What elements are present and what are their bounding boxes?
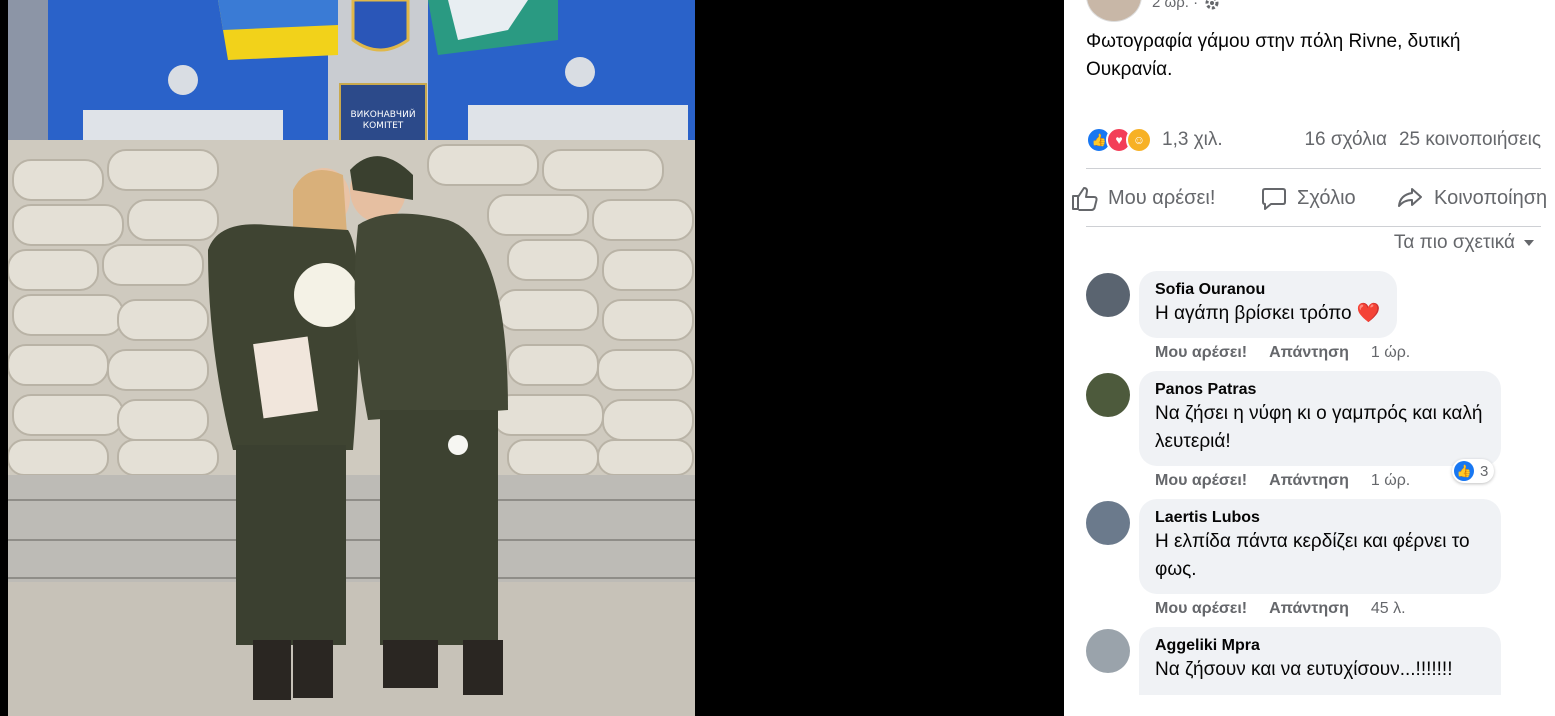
comment-like-link[interactable]: Μου αρέσει! — [1155, 344, 1247, 362]
comment-text: Να ζήσουν και να ευτυχίσουν...!!!!!!! — [1155, 659, 1453, 680]
like-icon: 👍 — [1454, 461, 1474, 481]
comments-count[interactable]: 16 σχόλια — [1304, 129, 1387, 151]
post-time[interactable]: 2 ώρ. · — [1152, 0, 1198, 11]
commenter-name[interactable]: Aggeliki Mpra — [1155, 636, 1485, 656]
heart-emoji: ❤️ — [1356, 303, 1381, 324]
comment-reply-link[interactable]: Απάντηση — [1269, 600, 1349, 618]
comment-time[interactable]: 45 λ. — [1371, 600, 1406, 618]
comment-like-link[interactable]: Μου αρέσει! — [1155, 600, 1247, 618]
comment-reply-link[interactable]: Απάντηση — [1269, 344, 1349, 362]
comment-reply-link[interactable]: Απάντηση — [1269, 472, 1349, 490]
like-label: Μου αρέσει! — [1108, 186, 1216, 209]
comment-text: Η αγάπη βρίσκει τρόπο ❤️ — [1155, 300, 1381, 328]
share-icon — [1398, 188, 1422, 207]
commenter-avatar[interactable] — [1086, 629, 1130, 673]
comment-actions: Μου αρέσει! Απάντηση 1 ώρ. — [1155, 472, 1410, 490]
sign-text-line2: КОМІТЕТ — [362, 121, 404, 131]
shares-count[interactable]: 25 κοινοποιήσεις — [1399, 129, 1541, 151]
wedding-photo-illustration — [8, 0, 695, 716]
reaction-icons[interactable]: 👍 ♥ ☺ — [1086, 127, 1152, 153]
commenter-avatar[interactable] — [1086, 373, 1130, 417]
commenter-avatar[interactable] — [1086, 273, 1130, 317]
comment-sort-dropdown[interactable]: Τα πιο σχετικά — [1394, 232, 1535, 254]
commenter-name[interactable]: Sofia Ouranou — [1155, 280, 1381, 300]
comment-like-link[interactable]: Μου αρέσει! — [1155, 472, 1247, 490]
scroll-mask — [1064, 695, 1555, 716]
comment-reaction-badge[interactable]: 👍 3 — [1452, 459, 1495, 483]
author-avatar[interactable] — [1086, 0, 1142, 22]
comment-bubble: Sofia Ouranou Η αγάπη βρίσκει τρόπο ❤️ — [1139, 271, 1397, 338]
comment-actions: Μου αρέσει! Απάντηση 45 λ. — [1155, 600, 1406, 618]
divider — [1086, 168, 1541, 169]
comment-reaction-count: 3 — [1480, 462, 1489, 480]
sign-text-line1: ВИКОНАВЧИЙ — [350, 110, 416, 120]
comment-time[interactable]: 1 ώρ. — [1371, 344, 1410, 362]
comment-bubble: Panos Patras Να ζήσει η νύφη κι ο γαμπρό… — [1139, 371, 1501, 466]
share-label: Κοινοποίηση — [1434, 186, 1548, 209]
photo-viewer: ВИКОНАВЧИЙ КОМІТЕТ — [0, 0, 1064, 716]
share-button[interactable]: Κοινοποίηση — [1396, 182, 1547, 214]
post-photo[interactable]: ВИКОНАВЧИЙ КОМІТЕТ — [8, 0, 695, 716]
commenter-avatar[interactable] — [1086, 501, 1130, 545]
comment-text: Να ζήσει η νύφη κι ο γαμπρός και καλή λε… — [1155, 403, 1483, 452]
commenter-name[interactable]: Laertis Lubos — [1155, 508, 1485, 528]
thumbs-up-icon — [1072, 187, 1098, 211]
gear-icon[interactable] — [1204, 0, 1220, 11]
comment-text: Η ελπίδα πάντα κερδίζει και φέρνει το φω… — [1155, 531, 1470, 580]
caret-down-icon — [1524, 240, 1534, 246]
comment-label: Σχόλιο — [1297, 186, 1356, 209]
like-button[interactable]: Μου αρέσει! — [1070, 182, 1215, 214]
comment-button[interactable]: Σχόλιο — [1261, 182, 1356, 214]
comment-icon — [1262, 188, 1286, 210]
reactions-count[interactable]: 1,3 χιλ. — [1162, 129, 1223, 151]
comment-text-body: Η αγάπη βρίσκει τρόπο — [1155, 303, 1352, 324]
divider — [1086, 226, 1541, 227]
post-sidebar: 2 ώρ. · Φωτογραφία γάμου στην πόλη Rivne… — [1064, 0, 1555, 716]
post-text: Φωτογραφία γάμου στην πόλη Rivne, δυτική… — [1086, 31, 1461, 80]
comment-time[interactable]: 1 ώρ. — [1371, 472, 1410, 490]
commenter-name[interactable]: Panos Patras — [1155, 380, 1485, 400]
sort-label: Τα πιο σχετικά — [1393, 232, 1515, 253]
reaction-summary: 👍 ♥ ☺ 1,3 χιλ. 16 σχόλια 25 κοινοποιήσει… — [1086, 124, 1541, 156]
comment-actions: Μου αρέσει! Απάντηση 1 ώρ. — [1155, 344, 1410, 362]
care-icon: ☺ — [1126, 127, 1152, 153]
comment-bubble: Laertis Lubos Η ελπίδα πάντα κερδίζει κα… — [1139, 499, 1501, 594]
